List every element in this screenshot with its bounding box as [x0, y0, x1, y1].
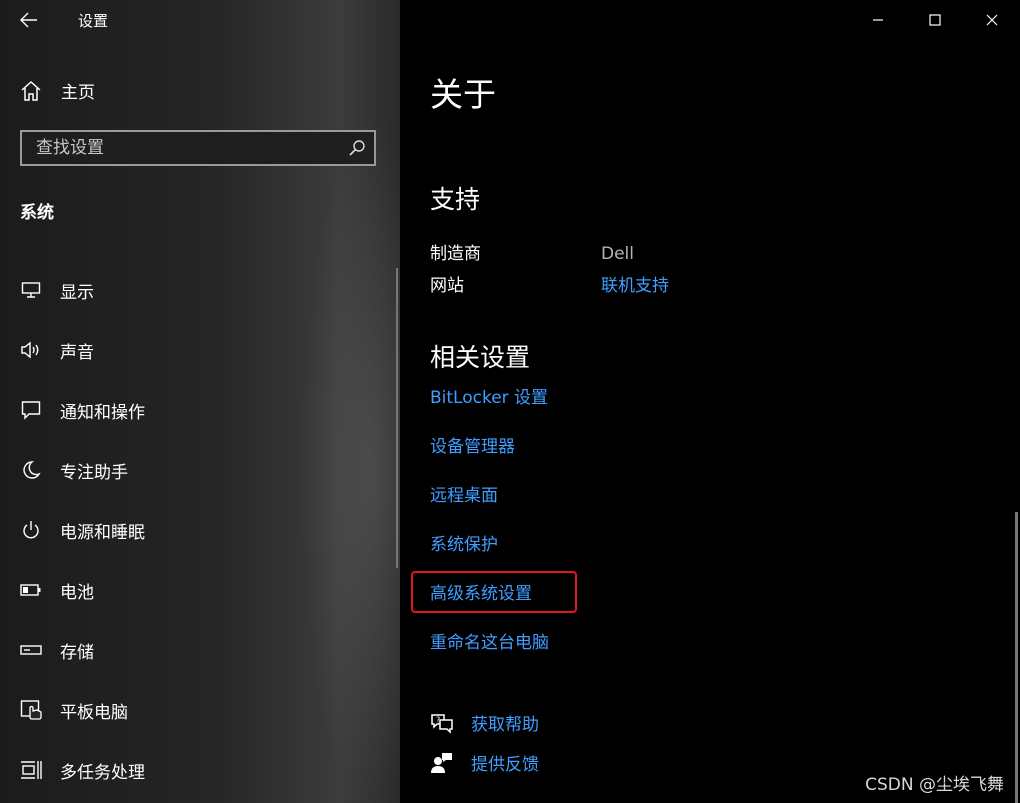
- remote-desktop-link[interactable]: 远程桌面: [430, 481, 498, 506]
- main-panel: 关于 支持 制造商 Dell 网站 联机支持 相关设置 BitLocker 设置 设…: [400, 0, 1020, 803]
- support-row-manufacturer: 制造商 Dell: [430, 239, 634, 264]
- sidebar-item-power-sleep[interactable]: 电源和睡眠: [0, 500, 400, 560]
- system-protection-link[interactable]: 系统保护: [430, 530, 498, 555]
- sidebar-item-label: 电池: [60, 582, 94, 603]
- sidebar-item-tablet[interactable]: 平板电脑: [0, 680, 400, 740]
- chat-help-icon: ?: [431, 713, 453, 734]
- sidebar-item-label: 专注助手: [60, 462, 128, 483]
- window-controls: [849, 0, 1020, 40]
- give-feedback-label: 提供反馈: [471, 755, 539, 775]
- home-label: 主页: [61, 83, 95, 103]
- minimize-button[interactable]: [849, 0, 906, 40]
- maximize-icon: [928, 14, 941, 26]
- online-support-link[interactable]: 联机支持: [601, 276, 669, 296]
- sidebar-item-focus-assist[interactable]: 专注助手: [0, 440, 400, 500]
- back-button[interactable]: [14, 6, 44, 34]
- sidebar-item-battery[interactable]: 电池: [0, 560, 400, 620]
- close-button[interactable]: [963, 0, 1020, 40]
- sidebar-item-label: 平板电脑: [60, 702, 128, 723]
- main-scrollbar[interactable]: [1015, 512, 1018, 803]
- battery-icon: [20, 579, 42, 601]
- feedback-person-icon: [431, 752, 452, 773]
- sidebar-section-title: 系统: [20, 203, 54, 223]
- home-icon: [21, 80, 41, 101]
- search-input[interactable]: [22, 132, 346, 164]
- close-icon: [986, 14, 997, 26]
- multitask-icon: [20, 759, 42, 781]
- sidebar-item-label: 声音: [60, 342, 94, 363]
- sidebar-item-label: 存储: [60, 642, 94, 663]
- related-settings-heading: 相关设置: [430, 343, 531, 372]
- search-box[interactable]: [20, 130, 376, 166]
- device-manager-link[interactable]: 设备管理器: [430, 432, 515, 457]
- sidebar: 设置 主页 系统 显示 声音 通知: [0, 0, 400, 803]
- bitlocker-settings-link[interactable]: BitLocker 设置: [430, 383, 548, 408]
- sidebar-item-label: 多任务处理: [60, 762, 145, 783]
- rename-pc-link[interactable]: 重命名这台电脑: [430, 628, 549, 653]
- support-row-website: 网站 联机支持: [430, 271, 669, 296]
- sidebar-item-sound[interactable]: 声音: [0, 320, 400, 380]
- storage-icon: [20, 639, 42, 661]
- search-icon[interactable]: [348, 139, 366, 157]
- app-title: 设置: [78, 12, 109, 30]
- get-help-link[interactable]: ? 获取帮助: [430, 710, 539, 735]
- maximize-button[interactable]: [906, 0, 963, 40]
- moon-icon: [20, 459, 42, 481]
- speaker-icon: [20, 339, 42, 361]
- power-icon: [20, 519, 42, 541]
- page-title: 关于: [430, 75, 496, 114]
- highlight-box: [411, 571, 577, 613]
- sidebar-item-label: 通知和操作: [60, 402, 145, 423]
- give-feedback-link[interactable]: 提供反馈: [430, 750, 539, 775]
- monitor-icon: [20, 279, 42, 301]
- support-key: 制造商: [430, 244, 481, 264]
- sidebar-home[interactable]: 主页: [20, 78, 95, 103]
- get-help-label: 获取帮助: [471, 715, 539, 735]
- support-value: Dell: [601, 244, 634, 264]
- sidebar-item-label: 电源和睡眠: [60, 522, 145, 543]
- sidebar-nav: 显示 声音 通知和操作 专注助手 电源和睡眠 电池 存储 平板电脑 多任务处理: [0, 260, 400, 800]
- sidebar-item-multitasking[interactable]: 多任务处理: [0, 740, 400, 800]
- sidebar-item-label: 显示: [60, 282, 94, 303]
- support-key: 网站: [430, 276, 464, 296]
- sidebar-scrollbar[interactable]: [396, 268, 398, 568]
- sidebar-item-display[interactable]: 显示: [0, 260, 400, 320]
- watermark: CSDN @尘埃飞舞: [865, 775, 1004, 795]
- back-arrow-icon: [20, 12, 37, 28]
- support-heading: 支持: [430, 185, 481, 214]
- tablet-icon: [20, 699, 42, 721]
- sidebar-item-storage[interactable]: 存储: [0, 620, 400, 680]
- sidebar-item-notifications[interactable]: 通知和操作: [0, 380, 400, 440]
- notification-icon: [20, 399, 42, 421]
- minimize-icon: [872, 19, 883, 21]
